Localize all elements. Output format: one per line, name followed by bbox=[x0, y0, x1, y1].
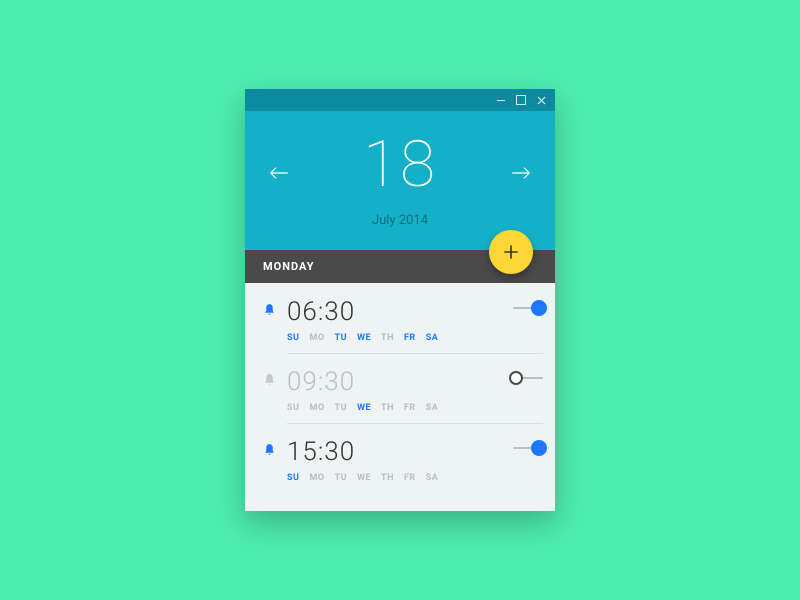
alarm-days: SU MO TU WE TH FR SA bbox=[287, 333, 487, 343]
alarm-content: 06:30 SU MO TU WE TH FR SA bbox=[287, 297, 487, 343]
alarm-time[interactable]: 15:30 bbox=[287, 437, 487, 467]
day-su[interactable]: SU bbox=[287, 333, 299, 343]
day-sa[interactable]: SA bbox=[426, 473, 439, 483]
add-alarm-button[interactable] bbox=[489, 230, 533, 274]
arrow-left-icon bbox=[269, 166, 289, 180]
day-su[interactable]: SU bbox=[287, 473, 299, 483]
alarm-toggle[interactable] bbox=[487, 437, 543, 449]
alarm-toggle[interactable] bbox=[487, 367, 543, 379]
day-tu[interactable]: TU bbox=[335, 403, 348, 413]
day-tu[interactable]: TU bbox=[335, 333, 348, 343]
bell-icon bbox=[251, 297, 287, 317]
alarm-days: SU MO TU WE TH FR SA bbox=[287, 473, 487, 483]
prev-day-button[interactable] bbox=[265, 159, 293, 187]
day-th[interactable]: TH bbox=[381, 333, 394, 343]
window-maximize-icon[interactable] bbox=[515, 94, 527, 106]
arrow-right-icon bbox=[511, 166, 531, 180]
alarm-list: 06:30SUMOTUWETHFRSA09:30SUMOTUWETHFRSA15… bbox=[245, 283, 555, 511]
day-fr[interactable]: FR bbox=[404, 473, 416, 483]
alarm-row: 15:30 SU MO TU WE TH FR SA bbox=[245, 423, 555, 493]
window-close-icon[interactable] bbox=[535, 94, 547, 106]
day-th[interactable]: TH bbox=[381, 403, 394, 413]
window-minimize-icon[interactable] bbox=[495, 94, 507, 106]
weekday-label: MONDAY bbox=[263, 260, 315, 273]
day-fr[interactable]: FR bbox=[404, 333, 416, 343]
alarm-content: 15:30 SU MO TU WE TH FR SA bbox=[287, 437, 487, 483]
weekday-bar: MONDAY bbox=[245, 250, 555, 283]
alarm-widget: 18 July 2014 MONDAY 06:30SUMOTUWETHFRSA0… bbox=[245, 89, 555, 511]
month-year-label: July 2014 bbox=[245, 213, 555, 228]
next-day-button[interactable] bbox=[507, 159, 535, 187]
day-sa[interactable]: SA bbox=[426, 333, 439, 343]
alarm-toggle[interactable] bbox=[487, 297, 543, 309]
day-fr[interactable]: FR bbox=[404, 403, 416, 413]
alarm-time[interactable]: 09:30 bbox=[287, 367, 487, 397]
day-we[interactable]: WE bbox=[357, 333, 371, 343]
day-mo[interactable]: MO bbox=[309, 333, 324, 343]
day-we[interactable]: WE bbox=[357, 403, 371, 413]
day-tu[interactable]: TU bbox=[335, 473, 348, 483]
window-titlebar bbox=[245, 89, 555, 111]
bell-icon bbox=[251, 367, 287, 387]
alarm-row: 06:30 SU MO TU WE TH FR SA bbox=[245, 283, 555, 353]
alarm-content: 09:30 SU MO TU WE TH FR SA bbox=[287, 367, 487, 413]
day-th[interactable]: TH bbox=[381, 473, 394, 483]
alarm-days: SU MO TU WE TH FR SA bbox=[287, 403, 487, 413]
bell-icon bbox=[251, 437, 287, 457]
day-sa[interactable]: SA bbox=[426, 403, 439, 413]
plus-icon bbox=[503, 244, 519, 260]
day-su[interactable]: SU bbox=[287, 403, 299, 413]
alarm-time[interactable]: 06:30 bbox=[287, 297, 487, 327]
day-we[interactable]: WE bbox=[357, 473, 371, 483]
day-mo[interactable]: MO bbox=[309, 403, 324, 413]
alarm-row: 09:30 SU MO TU WE TH FR SA bbox=[245, 353, 555, 423]
day-mo[interactable]: MO bbox=[309, 473, 324, 483]
